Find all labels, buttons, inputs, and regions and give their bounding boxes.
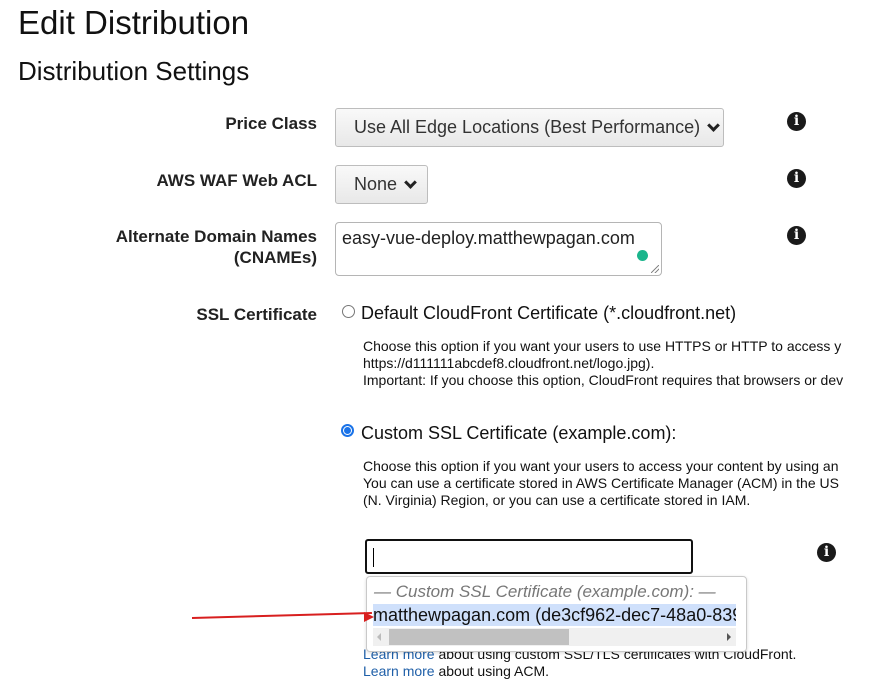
section-title: Distribution Settings	[18, 56, 250, 86]
cnames-label-line2: (CNAMEs)	[233, 248, 317, 267]
cnames-label-line1: Alternate Domain Names	[115, 227, 317, 246]
dropdown-group-label: — Custom SSL Certificate (example.com): …	[374, 582, 716, 601]
cnames-textarea[interactable]: easy-vue-deploy.matthewpagan.com	[335, 222, 662, 276]
desc-line: Choose this option if you want your user…	[363, 458, 839, 474]
annotation-arrow-line	[191, 611, 372, 619]
info-icon[interactable]: i	[787, 112, 806, 131]
chevron-down-icon	[404, 175, 417, 189]
scroll-right-icon[interactable]	[727, 633, 731, 641]
desc-line: https://d111111abcdef8.cloudfront.net/lo…	[363, 355, 655, 371]
waf-select[interactable]: None	[335, 165, 428, 204]
desc-line: Important: If you choose this option, Cl…	[363, 372, 844, 388]
extension-status-dot-icon	[637, 250, 648, 261]
page-title: Edit Distribution	[18, 4, 250, 41]
text-caret	[373, 548, 374, 567]
cnames-label: Alternate Domain Names (CNAMEs)	[116, 226, 317, 268]
learn-more-acm-link[interactable]: Learn more	[363, 663, 435, 679]
cnames-value: easy-vue-deploy.matthewpagan.com	[342, 228, 635, 248]
certificate-dropdown: — Custom SSL Certificate (example.com): …	[366, 576, 747, 652]
certificate-input[interactable]	[365, 539, 693, 574]
price-class-label: Price Class	[225, 114, 317, 133]
annotation-arrow-head-icon	[364, 612, 374, 622]
horizontal-scrollbar[interactable]	[373, 628, 736, 646]
custom-cert-radio[interactable]	[341, 424, 354, 437]
info-icon[interactable]: i	[787, 226, 806, 245]
learn-more-acm: Learn more about using ACM.	[363, 663, 549, 680]
resize-grip-icon[interactable]	[651, 265, 659, 273]
default-cert-radio[interactable]	[342, 305, 355, 318]
waf-label: AWS WAF Web ACL	[156, 171, 317, 190]
desc-line: You can use a certificate stored in AWS …	[363, 475, 839, 491]
info-icon[interactable]: i	[817, 543, 836, 562]
desc-line: (N. Virginia) Region, or you can use a c…	[363, 492, 751, 508]
custom-cert-option-label[interactable]: Custom SSL Certificate (example.com):	[361, 423, 676, 444]
ssl-label: SSL Certificate	[196, 305, 317, 324]
info-icon[interactable]: i	[787, 169, 806, 188]
learn-more-acm-text: about using ACM.	[434, 663, 549, 679]
desc-line: Choose this option if you want your user…	[363, 338, 842, 354]
chevron-down-icon	[707, 118, 721, 132]
waf-value: None	[354, 174, 398, 194]
default-cert-description: Choose this option if you want your user…	[363, 338, 843, 389]
scroll-left-icon[interactable]	[377, 633, 381, 641]
price-class-value: Use All Edge Locations (Best Performance…	[354, 117, 701, 137]
default-cert-option-label[interactable]: Default CloudFront Certificate (*.cloudf…	[361, 303, 736, 324]
custom-cert-description: Choose this option if you want your user…	[363, 458, 839, 509]
dropdown-option[interactable]: matthewpagan.com (de3cf962-dec7-48a0-839…	[373, 604, 736, 626]
scrollbar-thumb[interactable]	[389, 629, 569, 645]
price-class-select[interactable]: Use All Edge Locations (Best Performance…	[335, 108, 724, 147]
